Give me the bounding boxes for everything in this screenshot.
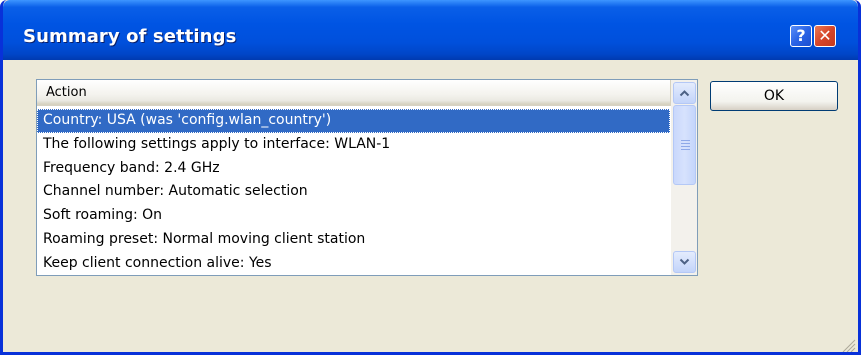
list-item[interactable]: Soft roaming: On [37,204,670,228]
list-item[interactable]: Frequency band: 2.4 GHz [37,157,670,181]
chevron-up-icon [679,90,690,97]
help-icon: ? [796,26,806,45]
chevron-down-icon [679,258,690,265]
window-title: Summary of settings [23,26,237,47]
list-item[interactable]: Country: USA (was 'config.wlan_country') [37,109,670,133]
title-bar[interactable]: Summary of settings ? ✕ [3,0,858,60]
ok-button[interactable]: OK [710,81,838,111]
dialog-window: Summary of settings ? ✕ Action Country: … [0,0,861,355]
dialog-body: Action Country: USA (was 'config.wlan_co… [3,60,858,353]
scrollbar-thumb[interactable] [673,105,696,185]
column-header-label: Action [46,85,87,100]
list-item[interactable]: Keep client connection alive: Yes [37,252,670,275]
list-item[interactable]: The following settings apply to interfac… [37,133,670,157]
list-item[interactable]: Roaming preset: Normal moving client sta… [37,228,670,252]
close-button[interactable]: ✕ [814,25,836,47]
settings-list[interactable]: Action Country: USA (was 'config.wlan_co… [36,79,698,276]
resize-grip-icon[interactable] [842,339,856,353]
help-button[interactable]: ? [790,25,812,47]
list-item[interactable]: Channel number: Automatic selection [37,180,670,204]
list-rows: Country: USA (was 'config.wlan_country')… [37,109,670,275]
close-icon: ✕ [818,26,832,45]
column-header-action[interactable]: Action [37,80,671,106]
vertical-scrollbar[interactable] [671,80,697,275]
scroll-up-button[interactable] [673,82,696,104]
scroll-down-button[interactable] [673,251,696,273]
